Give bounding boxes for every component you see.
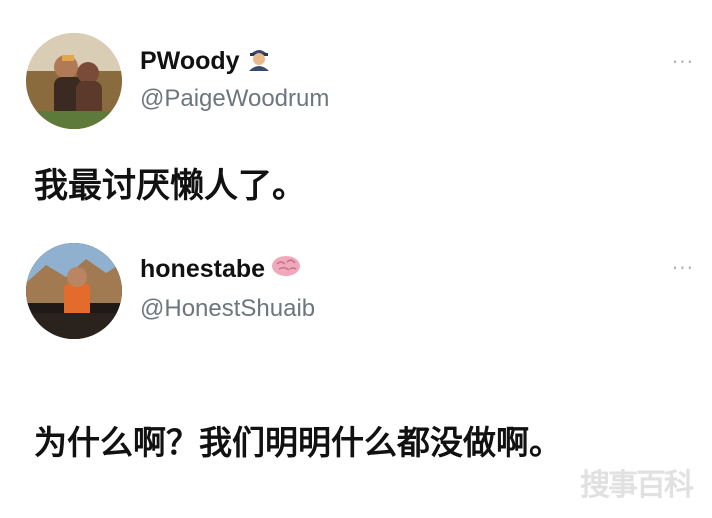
person-with-cap-emoji bbox=[246, 45, 272, 78]
tweet-text: 为什么啊？我们明明什么都没做啊。 bbox=[34, 423, 562, 462]
user-handle[interactable]: @HonestShuaib bbox=[140, 295, 315, 323]
watermark: 搜事百科 bbox=[580, 468, 694, 503]
more-options-icon[interactable]: ··· bbox=[672, 52, 694, 72]
more-options-icon[interactable]: ··· bbox=[672, 258, 694, 278]
avatar-photo bbox=[26, 243, 122, 339]
avatar[interactable] bbox=[26, 243, 122, 339]
tweet-1: PWoody @PaigeWoodrum ··· 我最讨厌懒人了。 bbox=[0, 0, 712, 230]
avatar[interactable] bbox=[26, 33, 122, 129]
user-handle[interactable]: @PaigeWoodrum bbox=[140, 85, 329, 113]
avatar-photo bbox=[26, 33, 122, 129]
brain-emoji bbox=[271, 254, 301, 285]
display-name[interactable]: PWoody bbox=[140, 47, 240, 76]
display-name-line[interactable]: PWoody bbox=[140, 45, 272, 78]
display-name-line[interactable]: honestabe bbox=[140, 254, 301, 285]
display-name[interactable]: honestabe bbox=[140, 255, 265, 284]
tweet-text: 我最讨厌懒人了。 bbox=[34, 166, 306, 206]
